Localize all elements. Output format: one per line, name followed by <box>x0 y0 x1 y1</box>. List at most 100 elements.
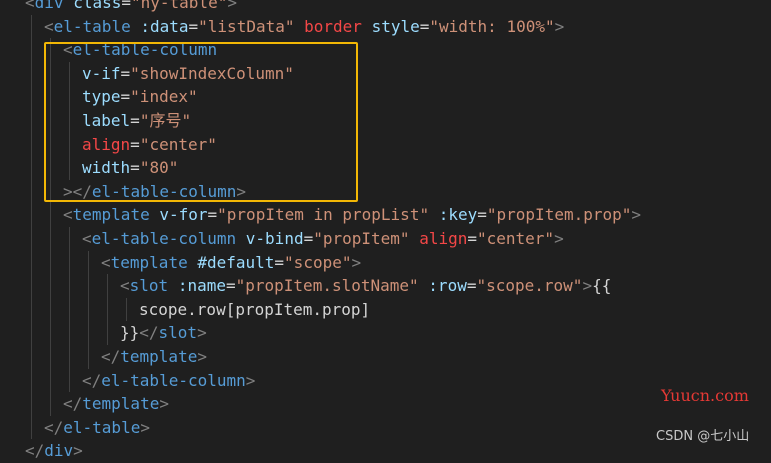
attribute-value: "center" <box>477 229 555 248</box>
indent-guide <box>69 227 70 393</box>
code-text: scope.row[propItem.prop] <box>139 299 371 319</box>
punctuation: > <box>73 441 83 461</box>
tag-name: el-table-column <box>91 229 237 248</box>
tag-name: template <box>120 347 198 366</box>
code-text: = <box>477 205 487 225</box>
punctuation: </ <box>82 370 102 390</box>
attribute-name: :name <box>177 276 226 296</box>
tag-name: template <box>82 394 160 414</box>
code-line[interactable]: <el-table :data="listData" border style=… <box>44 15 564 39</box>
punctuation: </ <box>25 441 45 461</box>
code-line[interactable]: </el-table-column> <box>82 369 255 393</box>
code-line[interactable]: <slot :name="propItem.slotName" :row="sc… <box>120 274 611 298</box>
code-line[interactable]: </template> <box>101 345 207 369</box>
punctuation: </ <box>44 417 64 437</box>
tag-name: el-table-column <box>101 370 246 390</box>
attribute-value: "propItem" <box>313 229 410 248</box>
code-text: = <box>467 229 477 248</box>
code-text: = <box>419 16 430 36</box>
code-line[interactable]: <template #default="scope"> <box>101 251 361 275</box>
code-text: = <box>274 252 285 272</box>
tag-name: template <box>72 205 150 225</box>
attribute-value: "propItem.slotName" <box>235 276 419 296</box>
code-text: = <box>188 16 199 36</box>
attribute-name-highlight: align <box>419 229 468 248</box>
attribute-name: v-for <box>159 205 208 225</box>
punctuation: < <box>44 16 54 36</box>
attribute-name: class <box>73 0 122 12</box>
code-line[interactable]: scope.row[propItem.prop] <box>139 298 370 322</box>
punctuation: < <box>25 0 35 12</box>
attribute-value: "scope" <box>284 252 352 272</box>
attribute-name-highlight: border <box>304 16 362 36</box>
site-watermark: Yuucn.com <box>661 386 749 405</box>
code-line[interactable]: <template v-for="propItem in propList" :… <box>63 203 641 227</box>
code-line[interactable]: </el-table> <box>44 416 150 440</box>
indent-guide <box>88 250 89 369</box>
attribute-name: style <box>371 16 420 36</box>
code-text: = <box>303 229 314 248</box>
punctuation: > <box>351 252 362 272</box>
author-watermark: CSDN @七小山 <box>656 429 750 444</box>
tag-name: slot <box>158 323 198 343</box>
punctuation: < <box>63 205 73 225</box>
punctuation: > <box>197 323 207 343</box>
punctuation: </ <box>139 323 159 343</box>
punctuation: > <box>631 205 642 225</box>
attribute-value: "listData" <box>198 16 295 36</box>
attribute-value: "width: 100%" <box>429 16 555 36</box>
indent-guide <box>126 297 127 322</box>
indent-guide <box>107 274 108 345</box>
indent-guide <box>31 14 32 440</box>
tag-name: el-table <box>63 417 141 437</box>
code-line[interactable]: </div> <box>25 439 83 463</box>
code-line[interactable]: </template> <box>63 392 169 416</box>
tag-name: div <box>34 0 64 12</box>
punctuation: > <box>197 347 207 366</box>
attribute-name: #default <box>197 252 275 272</box>
attribute-value: "propItem in propList" <box>217 205 430 225</box>
attribute-value: "propItem.prop" <box>486 205 632 225</box>
code-line[interactable]: }}</slot> <box>120 321 207 345</box>
punctuation: > <box>554 16 565 36</box>
punctuation: < <box>120 276 130 296</box>
attribute-value: "hy-table" <box>131 0 228 12</box>
code-text: {{ <box>592 276 612 296</box>
code-text: = <box>225 276 236 296</box>
code-text: }} <box>120 323 140 343</box>
highlight-box <box>44 42 358 202</box>
code-line[interactable]: <div class="hy-table"> <box>25 0 237 15</box>
tag-name: div <box>44 441 74 461</box>
code-line[interactable]: <el-table-column v-bind="propItem" align… <box>82 227 564 251</box>
punctuation: > <box>140 417 150 437</box>
attribute-name: v-bind <box>245 229 304 248</box>
tag-name: el-table <box>53 16 131 36</box>
tag-name: template <box>110 252 188 272</box>
punctuation: > <box>227 0 237 12</box>
punctuation: </ <box>101 347 121 366</box>
code-text: = <box>207 205 218 225</box>
punctuation: > <box>245 370 256 390</box>
punctuation: < <box>82 229 92 248</box>
attribute-name: :key <box>438 205 478 225</box>
punctuation: > <box>554 229 564 248</box>
attribute-value: "scope.row" <box>476 276 583 296</box>
attribute-name: :data <box>140 16 189 36</box>
attribute-name: :row <box>428 276 467 296</box>
punctuation: > <box>159 394 169 414</box>
tag-name: slot <box>129 276 169 296</box>
punctuation: </ <box>63 394 83 414</box>
code-editor[interactable]: <div class="hy-table"> <el-table :data="l… <box>0 0 771 460</box>
punctuation: < <box>101 252 111 272</box>
